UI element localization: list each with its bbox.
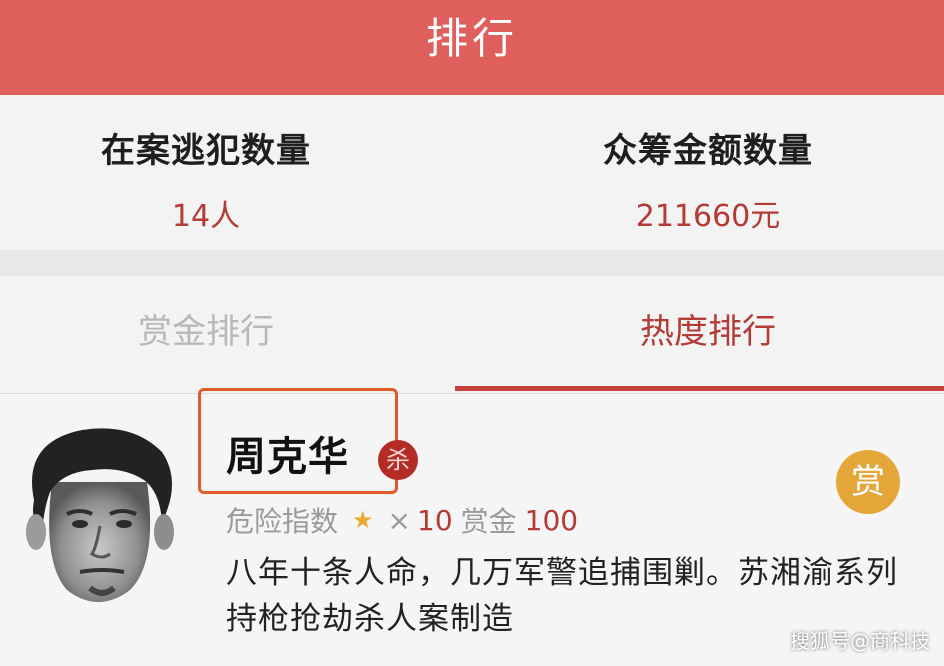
fugitive-count-value: 14人 [171,199,241,234]
section-divider [0,250,944,276]
danger-and-bounty-row: 危险指数 ★ × 10 赏金 100 [226,500,578,540]
tab-popularity-ranking[interactable]: 热度排行 [472,276,944,390]
active-tab-indicator [455,386,944,391]
avatar-photo [26,428,174,602]
crowdfund-amount-label: 众筹金额数量 [603,131,813,171]
danger-index-value: 10 [417,503,453,537]
kill-badge-icon: 杀 [378,440,418,480]
watermark: 搜狐号@商科技 [790,629,930,653]
fugitive-count-label: 在案逃犯数量 [101,131,311,171]
top-bar: 排行 [0,0,944,95]
fugitive-name: 周克华 [226,434,349,480]
ranking-tabs: 赏金排行 热度排行 [0,276,944,394]
danger-index-label: 危险指数 [226,505,339,538]
crowdfund-amount-stat: 众筹金额数量 211660元 [472,95,944,250]
page-title: 排行 [425,14,518,63]
reward-badge-icon[interactable]: 赏 [836,450,900,514]
bounty-value: 100 [524,503,579,537]
stats-panel: 在案逃犯数量 14人 众筹金额数量 211660元 [0,95,944,250]
crowdfund-amount-value: 211660元 [635,199,781,234]
multiplier-sign: × [387,503,411,537]
star-icon: ★ [352,506,374,534]
fugitive-count-stat: 在案逃犯数量 14人 [0,95,442,250]
bounty-label: 赏金 [460,505,517,538]
tab-bounty-ranking[interactable]: 赏金排行 [0,276,442,390]
